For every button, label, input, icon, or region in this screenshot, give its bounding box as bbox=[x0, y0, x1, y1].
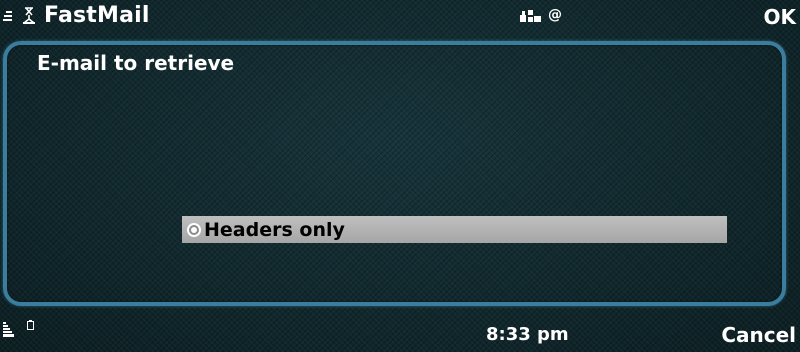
app-title: FastMail bbox=[44, 3, 150, 28]
retrieve-settings-dialog: E-mail to retrieve Headers only bbox=[3, 41, 786, 306]
signal-strength-icon bbox=[3, 11, 12, 21]
network-icon bbox=[520, 10, 541, 22]
fastmail-app-icon bbox=[23, 7, 35, 24]
email-indicator-icon: @ bbox=[548, 7, 562, 23]
radio-selected-icon bbox=[187, 222, 201, 237]
clock: 8:33 pm bbox=[486, 324, 569, 345]
ok-softkey[interactable]: OK bbox=[764, 4, 797, 30]
option-label: Headers only bbox=[204, 218, 345, 241]
battery-level-icon bbox=[3, 322, 14, 337]
battery-icon bbox=[27, 320, 34, 330]
dialog-title: E-mail to retrieve bbox=[37, 51, 235, 75]
cancel-softkey[interactable]: Cancel bbox=[721, 322, 796, 348]
headers-only-option[interactable]: Headers only bbox=[182, 216, 727, 243]
